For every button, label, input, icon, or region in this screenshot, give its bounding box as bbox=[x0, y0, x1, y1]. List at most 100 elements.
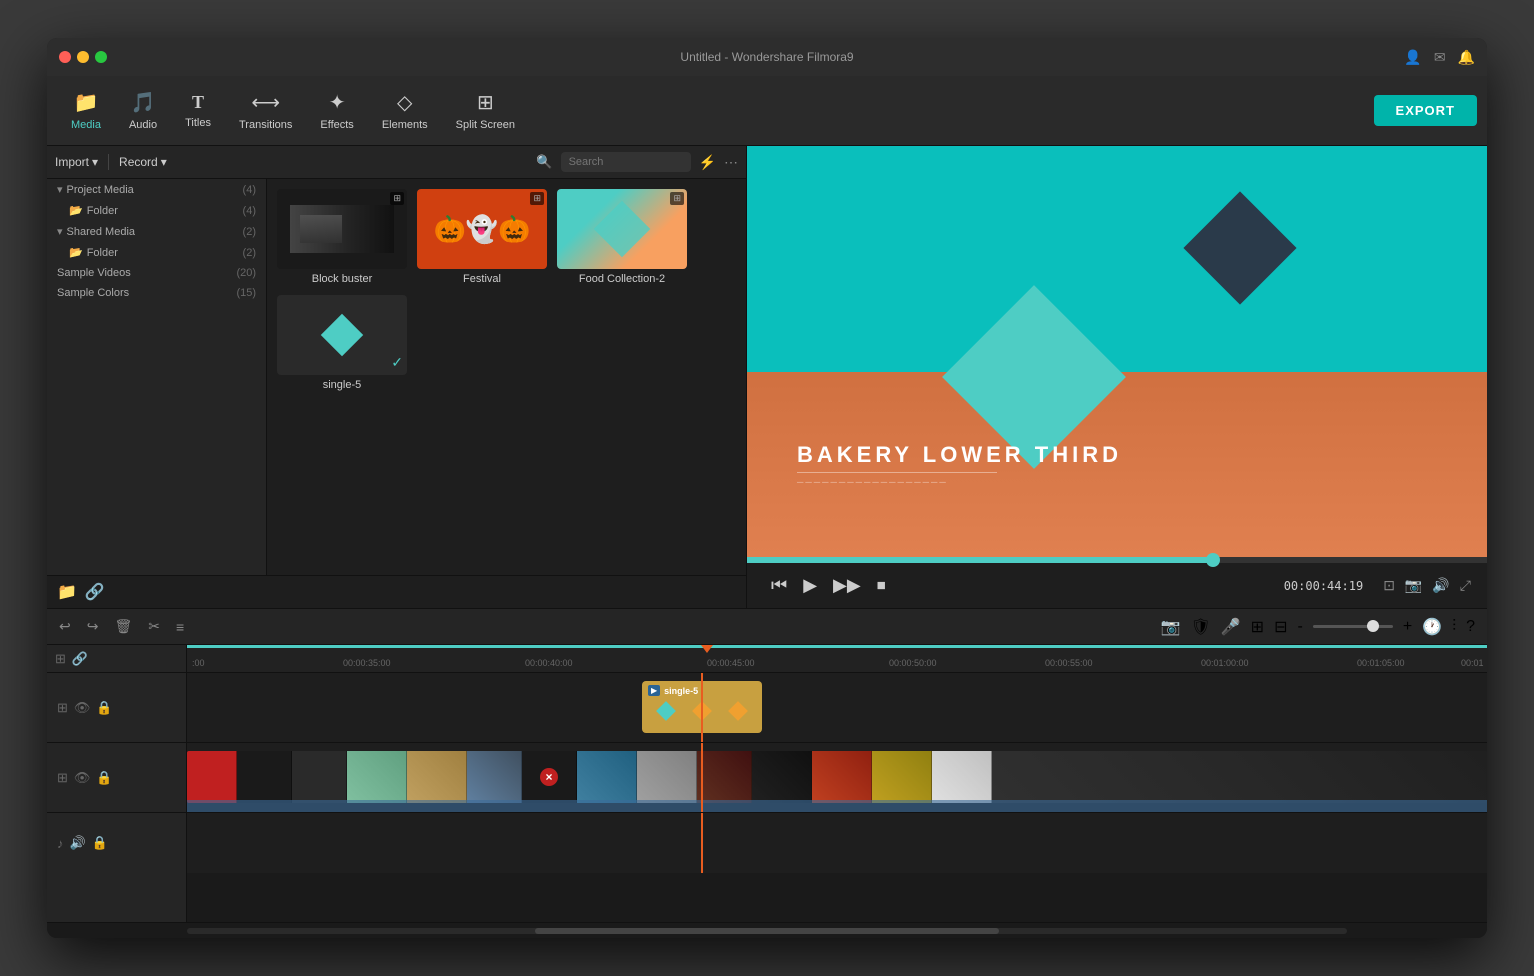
layout-icon[interactable]: ⊞ bbox=[1251, 617, 1264, 637]
media-item-single5[interactable]: ✓ single-5 bbox=[277, 295, 407, 391]
media-item-blockbuster[interactable]: ⊞ Block buster bbox=[277, 189, 407, 285]
audio-vol-icon[interactable]: 🔊 bbox=[70, 835, 86, 851]
video-lock-icon[interactable]: 🔒 bbox=[96, 770, 112, 786]
track-labels: ⊞ 🔗 ⊞ 👁 🔒 ⊞ 👁 🔒 ♪ 🔊 bbox=[47, 645, 187, 922]
tree-item-sample-colors[interactable]: Sample Colors (15) bbox=[47, 283, 266, 303]
maximize-button[interactable] bbox=[95, 51, 107, 63]
link-button[interactable]: 🔗 bbox=[85, 582, 105, 602]
scrollbar-track[interactable] bbox=[187, 928, 1347, 934]
fast-forward-button[interactable]: ▶▶ bbox=[825, 571, 869, 600]
ruler-mark: 00:00:45:00 bbox=[707, 658, 755, 668]
ruler-mark: 00:00:50:00 bbox=[889, 658, 937, 668]
toolbar-item-effects[interactable]: ✦ Effects bbox=[306, 84, 367, 137]
add-track-icon[interactable]: ⊞ bbox=[55, 651, 66, 667]
video-grid-icon[interactable]: ⊞ bbox=[57, 770, 68, 786]
toolbar-item-elements[interactable]: ◇ Elements bbox=[368, 84, 442, 137]
media-item-festival[interactable]: 🎃👻🎃 ⊞ Festival bbox=[417, 189, 547, 285]
tree-item-project-media[interactable]: ▾ Project Media (4) bbox=[47, 179, 266, 200]
toolbar-item-media[interactable]: 📁 Media bbox=[57, 84, 115, 137]
record-chevron-icon: ▾ bbox=[161, 155, 167, 169]
lock-icon[interactable]: 🔒 bbox=[96, 700, 112, 716]
mail-icon[interactable]: ✉ bbox=[1434, 49, 1446, 66]
audio-lock-icon[interactable]: 🔒 bbox=[92, 835, 108, 851]
import-button[interactable]: Import ▾ bbox=[55, 155, 98, 169]
skip-back-button[interactable]: ⏮ bbox=[763, 571, 795, 600]
effects-icon: ✦ bbox=[329, 90, 346, 115]
progress-handle[interactable] bbox=[1206, 553, 1220, 567]
filter-icon[interactable]: ⚡ bbox=[699, 154, 716, 171]
video-track-row: × bbox=[187, 743, 1487, 813]
cut-icon[interactable]: ✂ bbox=[148, 618, 160, 635]
split-screen-icon: ⊞ bbox=[477, 90, 494, 115]
search-input[interactable] bbox=[561, 152, 691, 172]
record-button[interactable]: Record ▾ bbox=[119, 155, 167, 169]
toolbar-item-audio[interactable]: 🎵 Audio bbox=[115, 84, 171, 137]
camera-icon[interactable]: 📷 bbox=[1161, 617, 1181, 637]
ruler-mark: 00:00:35:00 bbox=[343, 658, 391, 668]
play-button[interactable]: ▶ bbox=[795, 571, 825, 600]
clock-icon[interactable]: 🕐 bbox=[1422, 617, 1442, 637]
media-item-food-collection[interactable]: ⊞ Food Collection-2 bbox=[557, 189, 687, 285]
titles-label: Titles bbox=[185, 117, 211, 129]
minimize-button[interactable] bbox=[77, 51, 89, 63]
user-icon[interactable]: 👤 bbox=[1404, 49, 1421, 66]
columns-icon[interactable]: ⫶ bbox=[1452, 618, 1456, 636]
time-display: 00:00:44:19 bbox=[1284, 579, 1363, 593]
timeline-body: ⊞ 🔗 ⊞ 👁 🔒 ⊞ 👁 🔒 ♪ 🔊 bbox=[47, 645, 1487, 922]
zoom-out-icon[interactable]: - bbox=[1297, 618, 1302, 636]
thumb-badge: ⊞ bbox=[390, 192, 404, 205]
note-icon[interactable]: ♪ bbox=[57, 836, 64, 851]
tree-item-folder-1[interactable]: 📂 Folder (4) bbox=[47, 200, 266, 221]
expand-icon: ▾ bbox=[57, 183, 63, 196]
grid-icon[interactable]: ⊞ bbox=[57, 700, 68, 716]
list-icon[interactable]: ≡ bbox=[176, 619, 184, 635]
import-record-bar: Import ▾ Record ▾ 🔍 ⚡ ⋯ bbox=[47, 146, 746, 179]
panel-body: ▾ Project Media (4) 📂 Folder (4) ▾ Share… bbox=[47, 179, 746, 575]
help-icon[interactable]: ? bbox=[1466, 618, 1475, 636]
app-title: Untitled - Wondershare Filmora9 bbox=[680, 50, 853, 64]
video-eye-icon[interactable]: 👁 bbox=[74, 770, 91, 786]
selected-checkmark: ✓ bbox=[391, 354, 403, 371]
elements-label: Elements bbox=[382, 119, 428, 131]
close-button[interactable] bbox=[59, 51, 71, 63]
scrollbar-thumb[interactable] bbox=[535, 928, 999, 934]
toolbar-item-split-screen[interactable]: ⊞ Split Screen bbox=[442, 84, 529, 137]
left-panel: Import ▾ Record ▾ 🔍 ⚡ ⋯ bbox=[47, 146, 747, 608]
zoom-slider[interactable] bbox=[1313, 625, 1393, 628]
delete-badge[interactable]: × bbox=[540, 768, 558, 786]
stop-button[interactable]: ⏹ bbox=[869, 571, 894, 600]
blockbuster-label: Block buster bbox=[277, 273, 407, 285]
playhead-line-audio bbox=[701, 813, 703, 873]
grid-view-icon[interactable]: ⋯ bbox=[724, 154, 738, 171]
eye-icon[interactable]: 👁 bbox=[74, 700, 91, 716]
export-button[interactable]: EXPORT bbox=[1374, 95, 1477, 126]
new-folder-button[interactable]: 📁 bbox=[57, 582, 77, 602]
fullscreen-icon[interactable]: ⊡ bbox=[1383, 577, 1395, 594]
tree-item-shared-media[interactable]: ▾ Shared Media (2) bbox=[47, 221, 266, 242]
settings-icon[interactable]: 🔔 bbox=[1458, 49, 1475, 66]
tree-item-folder-2[interactable]: 📂 Folder (2) bbox=[47, 242, 266, 263]
toolbar-item-titles[interactable]: T Titles bbox=[171, 86, 225, 135]
toolbar-item-transitions[interactable]: ⟷ Transitions bbox=[225, 84, 306, 137]
ruler-mark: 00:01:00:00 bbox=[1201, 658, 1249, 668]
zoom-in-icon[interactable]: + bbox=[1403, 618, 1412, 636]
playback-controls: ⏮ ▶ ▶▶ ⏹ 00:00:44:19 ⊡ 📷 🔊 ⤢ bbox=[747, 563, 1487, 608]
more-icon[interactable]: ⊟ bbox=[1274, 617, 1287, 637]
delete-icon[interactable]: 🗑 bbox=[114, 618, 132, 635]
screenshot-icon[interactable]: 📷 bbox=[1405, 577, 1422, 594]
volume-icon[interactable]: 🔊 bbox=[1432, 577, 1449, 594]
progress-bar[interactable] bbox=[747, 557, 1487, 563]
title-bar-right: 👤 ✉ 🔔 bbox=[1404, 49, 1475, 66]
link-tracks-icon[interactable]: 🔗 bbox=[72, 651, 88, 667]
shield-icon[interactable]: 🛡 bbox=[1190, 617, 1210, 637]
redo-icon[interactable]: ↪ bbox=[87, 618, 99, 635]
zoom-handle[interactable] bbox=[1367, 620, 1379, 632]
mic-icon[interactable]: 🎤 bbox=[1221, 617, 1241, 637]
single5-label: single-5 bbox=[277, 379, 407, 391]
clip-type-badge: ▶ bbox=[648, 685, 660, 696]
expand-icon[interactable]: ⤢ bbox=[1460, 577, 1471, 594]
import-chevron-icon: ▾ bbox=[92, 155, 98, 169]
undo-icon[interactable]: ↩ bbox=[59, 618, 71, 635]
track-label-top: ⊞ 🔗 bbox=[47, 645, 186, 673]
tree-item-sample-videos[interactable]: Sample Videos (20) bbox=[47, 263, 266, 283]
